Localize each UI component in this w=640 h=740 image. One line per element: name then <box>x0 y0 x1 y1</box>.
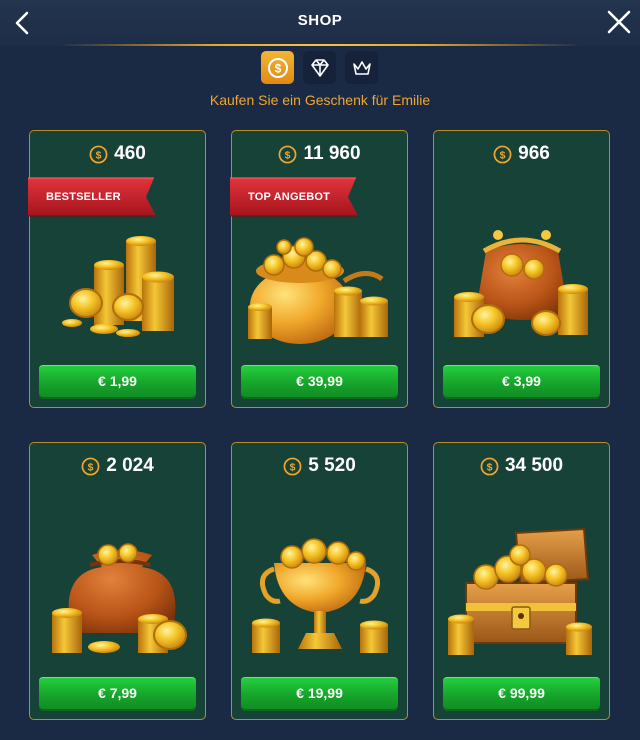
amount-value: 34 500 <box>504 455 564 476</box>
coin-amount: $ 5 520 <box>232 455 407 477</box>
tab-coins[interactable]: $ <box>261 51 294 84</box>
badge-label: TOP ANGEBOT <box>248 191 331 203</box>
close-icon <box>607 10 631 34</box>
buy-button[interactable]: € 1,99 <box>39 365 196 397</box>
top-bar: SHOP <box>0 0 640 46</box>
coin-sack-illustration <box>52 543 187 653</box>
buy-button[interactable]: € 39,99 <box>241 365 398 397</box>
amount-value: 11 960 <box>303 143 361 164</box>
header-divider <box>60 44 580 46</box>
svg-text:$: $ <box>274 61 281 75</box>
package-card-2[interactable]: $ 11 960 TOP ANGEBOT € 39,99 <box>230 130 408 408</box>
package-card-1[interactable]: $ 460 BESTSELLER € 1,99 <box>28 130 206 408</box>
coin-icon: $ <box>81 457 100 475</box>
coin-icon: $ <box>279 145 297 163</box>
svg-text:$: $ <box>96 150 102 161</box>
coin-amount: $ 460 <box>30 143 205 165</box>
coin-stacks-illustration <box>62 236 174 337</box>
coin-icon: $ <box>267 57 288 78</box>
buy-button[interactable]: € 99,99 <box>443 677 600 709</box>
treasure-chest-illustration <box>448 527 592 655</box>
coin-amount: $ 11 960 <box>232 143 407 165</box>
package-card-5[interactable]: $ 5 520 € 19,99 <box>231 442 408 720</box>
amount-value: 966 <box>518 143 550 164</box>
svg-text:$: $ <box>290 462 296 473</box>
tab-diamonds[interactable] <box>303 51 336 84</box>
coin-amount: $ 34 500 <box>434 455 609 477</box>
amount-value: 460 <box>114 143 146 164</box>
amount-value: 5 520 <box>308 455 356 476</box>
buy-button[interactable]: € 3,99 <box>443 365 600 397</box>
buy-button[interactable]: € 19,99 <box>241 677 398 709</box>
crown-icon <box>352 60 371 75</box>
svg-text:$: $ <box>88 462 94 473</box>
currency-tabs: $ <box>0 51 640 85</box>
badge-label: BESTSELLER <box>46 191 121 203</box>
diamond-icon <box>310 58 329 77</box>
package-card-6[interactable]: $ 34 500 € 99,99 <box>433 442 610 720</box>
coin-purse-illustration <box>454 230 588 337</box>
coin-icon: $ <box>283 457 302 475</box>
close-button[interactable] <box>604 7 634 37</box>
package-card-3[interactable]: $ 966 € 3,99 <box>433 130 610 408</box>
svg-text:$: $ <box>285 150 291 161</box>
buy-button[interactable]: € 7,99 <box>39 677 196 709</box>
svg-text:$: $ <box>500 150 506 161</box>
gift-subtitle: Kaufen Sie ein Geschenk für Emilie <box>209 92 431 108</box>
coin-icon: $ <box>493 145 512 163</box>
pot-of-gold-illustration <box>248 237 388 344</box>
coin-amount: $ 966 <box>434 143 609 165</box>
coin-icon: $ <box>480 457 499 475</box>
svg-text:$: $ <box>487 462 493 473</box>
coin-amount: $ 2 024 <box>30 455 205 477</box>
package-card-4[interactable]: $ 2 024 € 7,99 <box>29 442 206 720</box>
gold-trophy-illustration <box>252 538 388 653</box>
page-title: SHOP <box>297 12 343 29</box>
amount-value: 2 024 <box>106 455 154 476</box>
tab-vip[interactable] <box>345 51 378 84</box>
coin-icon: $ <box>89 145 108 163</box>
